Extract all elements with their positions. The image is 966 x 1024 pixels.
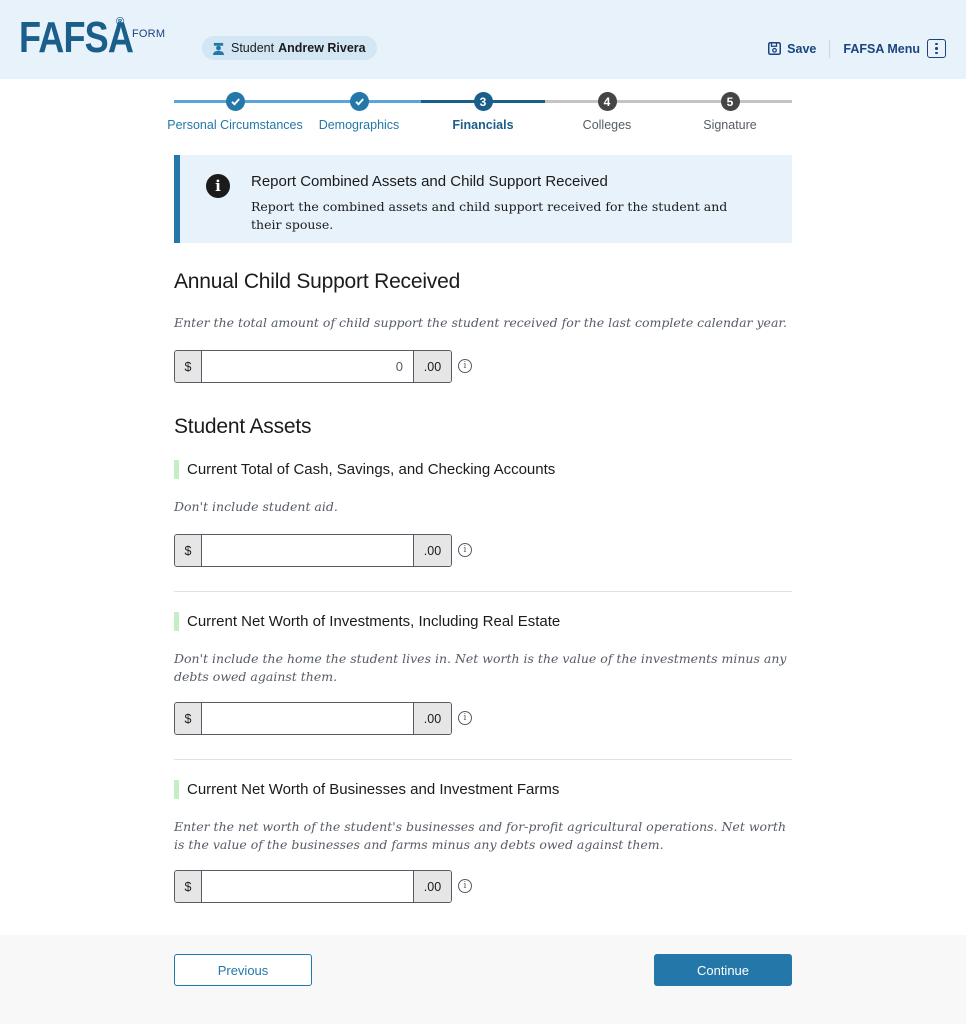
child-support-field: $ .00 [174,350,452,383]
fafsa-menu-label: FAFSA Menu [843,41,920,56]
cents-suffix: .00 [413,535,451,566]
cents-suffix: .00 [413,703,451,734]
question-label: Current Total of Cash, Savings, and Chec… [187,461,556,478]
cents-suffix: .00 [413,871,451,902]
cash-savings-field: $ .00 [174,534,452,567]
investments-field: $ .00 [174,702,452,735]
businesses-field: $ .00 [174,870,452,903]
info-tooltip-icon[interactable]: i [458,711,472,725]
check-icon [349,92,369,111]
student-name: Andrew Rivera [278,41,366,55]
header-divider [829,39,831,58]
form-footer: Previous Continue [0,935,966,1024]
info-tooltip-icon[interactable]: i [458,359,472,373]
question-label: Current Net Worth of Businesses and Inve… [187,781,560,798]
investments-hint: Don't include the home the student lives… [174,651,787,684]
cash-savings-input[interactable] [202,535,413,566]
investments-input[interactable] [202,703,413,734]
alert-body: Report the combined assets and child sup… [251,199,728,232]
info-tooltip-icon[interactable]: i [458,543,472,557]
progress-stepper: Personal Circumstances Demographics 3 Fi… [167,90,792,135]
cash-savings-label: Current Total of Cash, Savings, and Chec… [174,460,555,479]
businesses-hint: Enter the net worth of the student's bus… [174,819,787,852]
check-icon [225,92,245,111]
info-tooltip-icon[interactable]: i [458,879,472,893]
step-number: 4 [597,92,617,111]
cents-suffix: .00 [413,351,451,382]
fafsa-logo[interactable]: FAFSA ® FORM [19,14,165,62]
student-badge: Student Andrew Rivera [202,36,377,60]
cash-savings-hint: Don't include student aid. [174,499,338,514]
logo-registered-mark: ® [116,16,125,28]
step-number: 5 [720,92,740,111]
save-button[interactable]: Save [768,42,816,56]
step-label: Signature [703,118,757,132]
child-support-input[interactable] [202,351,413,382]
kebab-menu-icon [927,39,946,58]
child-support-hint: Enter the total amount of child support … [174,315,787,330]
child-support-heading: Annual Child Support Received [174,270,461,293]
dollar-prefix: $ [175,703,202,734]
save-label: Save [787,41,817,56]
student-assets-heading: Student Assets [174,415,312,438]
save-disk-icon [768,42,782,55]
label-accent-bar [174,612,179,631]
student-label: Student [231,41,275,55]
businesses-label: Current Net Worth of Businesses and Inve… [174,780,559,799]
investments-label: Current Net Worth of Investments, Includ… [174,612,560,631]
student-graduate-icon [212,42,225,55]
site-header: FAFSA ® FORM Student Andrew Rivera Save … [0,0,966,79]
header-actions: Save FAFSA Menu [768,39,946,58]
logo-form-label: FORM [132,28,166,40]
section-divider [174,759,792,760]
continue-button[interactable]: Continue [654,954,792,986]
step-number: 3 [473,92,493,111]
dollar-prefix: $ [175,871,202,902]
label-accent-bar [174,780,179,799]
question-label: Current Net Worth of Investments, Includ… [187,613,561,630]
info-alert: i Report Combined Assets and Child Suppo… [174,155,792,243]
fafsa-menu-button[interactable]: FAFSA Menu [843,39,946,58]
alert-title: Report Combined Assets and Child Support… [251,173,608,190]
previous-button[interactable]: Previous [174,954,312,986]
info-icon: i [206,174,230,198]
section-divider [174,591,792,592]
dollar-prefix: $ [175,351,202,382]
step-signature[interactable]: 5 Signature [655,90,805,132]
businesses-input[interactable] [202,871,413,902]
dollar-prefix: $ [175,535,202,566]
label-accent-bar [174,460,179,479]
